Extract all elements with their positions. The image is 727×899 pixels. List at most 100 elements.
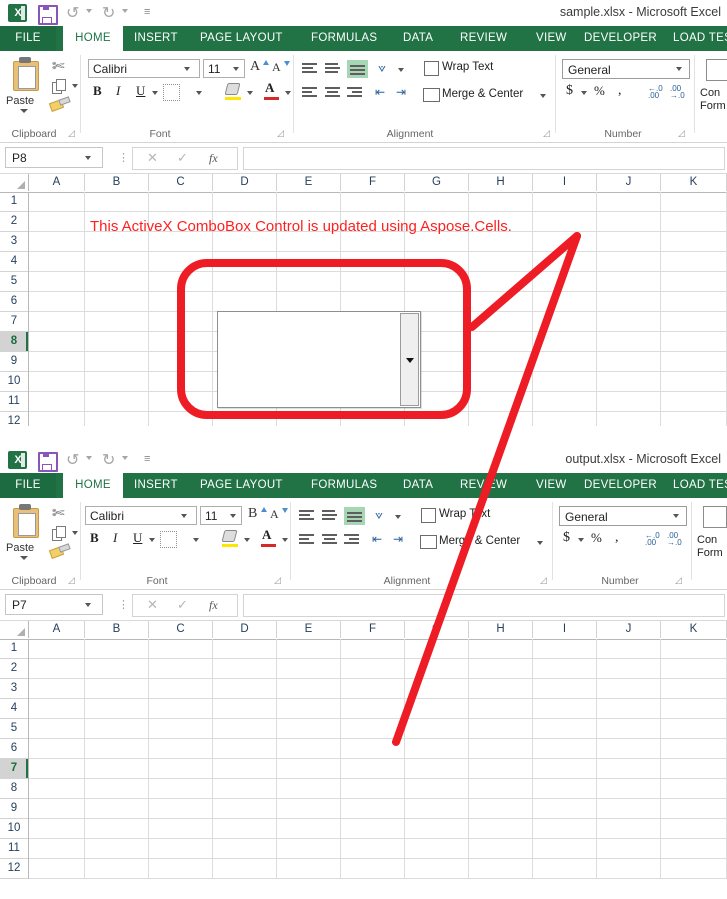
row-header-11[interactable]: 11	[0, 839, 28, 859]
cell-C10[interactable]	[149, 372, 213, 392]
row-header-10[interactable]: 10	[0, 819, 28, 839]
row-header-12[interactable]: 12	[0, 412, 28, 426]
wrap-text-icon[interactable]	[421, 508, 436, 523]
borders-dropdown-icon[interactable]	[196, 91, 202, 95]
clipboard-dialog-launcher[interactable]: ◿	[68, 577, 77, 586]
cell-G11[interactable]	[405, 839, 469, 859]
cell-B7[interactable]	[85, 312, 149, 332]
number-format-dropdown-icon[interactable]	[676, 67, 682, 71]
cell-H1[interactable]	[469, 639, 533, 659]
align-top-icon[interactable]	[302, 63, 317, 74]
cell-K4[interactable]	[661, 699, 727, 719]
cell-C11[interactable]	[149, 839, 213, 859]
cell-A3[interactable]	[29, 679, 85, 699]
wrap-text-label[interactable]: Wrap Text	[442, 61, 493, 73]
accounting-format-icon[interactable]: $	[566, 83, 573, 99]
cell-F11[interactable]	[341, 839, 405, 859]
font-color-dropdown-icon[interactable]	[285, 91, 291, 95]
cell-H9[interactable]	[469, 352, 533, 372]
undo-dropdown-icon[interactable]	[86, 456, 92, 460]
font-dialog-launcher[interactable]: ◿	[277, 130, 286, 139]
cell-D1[interactable]	[213, 192, 277, 212]
cell-I11[interactable]	[533, 839, 597, 859]
cell-I1[interactable]	[533, 639, 597, 659]
cell-J3[interactable]	[597, 679, 661, 699]
orientation-dropdown-icon[interactable]	[398, 68, 404, 72]
cell-A1[interactable]	[29, 192, 85, 212]
enter-icon[interactable]: ✓	[177, 598, 188, 613]
paste-dropdown-icon[interactable]	[20, 556, 28, 560]
alignment-dialog-launcher[interactable]: ◿	[540, 577, 549, 586]
cell-B2[interactable]	[85, 659, 149, 679]
cell-E8[interactable]	[277, 779, 341, 799]
cell-D4[interactable]	[213, 699, 277, 719]
worksheet-grid-output[interactable]: A B C D E F G H I J K 1 2 3 4 5 6 7 8 9 10 11 12	[0, 621, 727, 879]
column-header-E[interactable]: E	[277, 621, 341, 638]
cell-H4[interactable]	[469, 699, 533, 719]
cancel-icon[interactable]: ✕	[147, 598, 158, 613]
align-left-icon[interactable]	[299, 534, 314, 545]
column-header-E[interactable]: E	[277, 174, 341, 191]
undo-dropdown-icon[interactable]	[86, 9, 92, 13]
cell-H9[interactable]	[469, 799, 533, 819]
cell-B1[interactable]	[85, 639, 149, 659]
cell-K5[interactable]	[661, 719, 727, 739]
cell-D10[interactable]	[213, 819, 277, 839]
row-header-1[interactable]: 1	[0, 639, 28, 659]
cell-K4[interactable]	[661, 252, 727, 272]
insert-function-icon[interactable]: fx	[209, 151, 218, 166]
row-header-6[interactable]: 6	[0, 739, 28, 759]
row-header-4[interactable]: 4	[0, 252, 28, 272]
number-format-select[interactable]: General	[562, 59, 690, 79]
cell-F5[interactable]	[341, 272, 405, 292]
bold-button[interactable]: B	[90, 530, 99, 546]
bold-button[interactable]: B	[93, 83, 102, 99]
cell-H6[interactable]	[469, 739, 533, 759]
tab-home[interactable]: HOME	[63, 26, 123, 51]
redo-icon[interactable]: ↻	[102, 450, 115, 469]
cell-I11[interactable]	[533, 392, 597, 412]
cell-B10[interactable]	[85, 372, 149, 392]
cell-F4[interactable]	[341, 699, 405, 719]
select-all-corner[interactable]	[0, 621, 29, 638]
merge-center-dropdown-icon[interactable]	[540, 94, 546, 98]
font-size-dropdown-icon[interactable]	[233, 67, 239, 71]
percent-style-icon[interactable]: %	[594, 83, 605, 99]
redo-icon[interactable]: ↻	[102, 3, 115, 22]
cell-F12[interactable]	[341, 859, 405, 879]
alignment-dialog-launcher[interactable]: ◿	[543, 130, 552, 139]
cell-K8[interactable]	[661, 779, 727, 799]
paste-icon[interactable]	[10, 57, 40, 93]
row-header-3[interactable]: 3	[0, 679, 28, 699]
cell-G12[interactable]	[405, 412, 469, 426]
cell-G7[interactable]	[405, 759, 469, 779]
cell-I4[interactable]	[533, 252, 597, 272]
cell-E4[interactable]	[277, 699, 341, 719]
cell-G6[interactable]	[405, 292, 469, 312]
number-format-dropdown-icon[interactable]	[673, 514, 679, 518]
comma-style-icon[interactable]: ,	[618, 83, 622, 99]
align-center-icon[interactable]	[325, 87, 340, 98]
cancel-icon[interactable]: ✕	[147, 151, 158, 166]
cell-C2[interactable]	[149, 659, 213, 679]
cell-I7[interactable]	[533, 759, 597, 779]
cell-F9[interactable]	[341, 799, 405, 819]
row-header-8[interactable]: 8	[0, 779, 28, 799]
cell-K1[interactable]	[661, 192, 727, 212]
cell-G9[interactable]	[405, 799, 469, 819]
row-header-1[interactable]: 1	[0, 192, 28, 212]
cell-F3[interactable]	[341, 679, 405, 699]
cell-F3[interactable]	[341, 232, 405, 252]
cell-E1[interactable]	[277, 192, 341, 212]
cell-E11[interactable]	[277, 839, 341, 859]
cell-K12[interactable]	[661, 859, 727, 879]
column-header-C[interactable]: C	[149, 174, 213, 191]
cell-D12[interactable]	[213, 412, 277, 426]
redo-dropdown-icon[interactable]	[122, 9, 128, 13]
save-icon[interactable]	[38, 452, 58, 472]
merge-center-label[interactable]: Merge & Center	[439, 535, 520, 547]
cell-I10[interactable]	[533, 819, 597, 839]
cell-D1[interactable]	[213, 639, 277, 659]
cell-K6[interactable]	[661, 739, 727, 759]
cell-K7[interactable]	[661, 312, 727, 332]
